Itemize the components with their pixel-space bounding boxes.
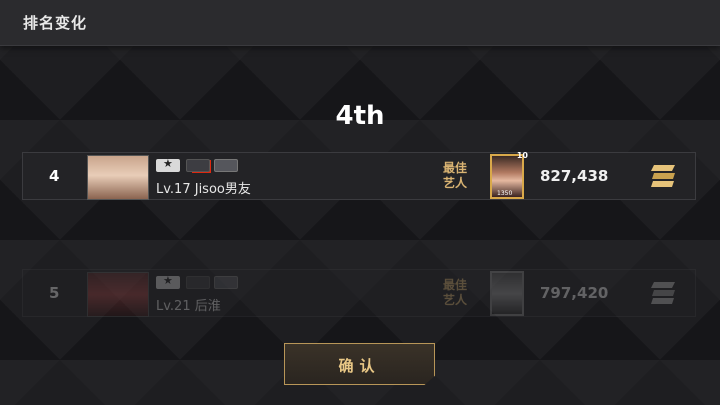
s-grade-icon — [651, 165, 675, 187]
best-label-line2: 艺人 — [442, 293, 467, 307]
best-artist-label: 最佳 艺人 — [439, 161, 471, 191]
artist-card[interactable] — [490, 271, 524, 316]
confirm-button[interactable]: 确认 — [284, 343, 435, 385]
best-label-line2: 艺人 — [442, 176, 467, 190]
page-title: 排名变化 — [23, 14, 88, 32]
best-artist-label: 最佳 艺人 — [439, 278, 471, 308]
star-badge-icon: ★ — [156, 157, 180, 172]
title-bar: 排名变化 — [0, 0, 720, 46]
s-grade-icon — [651, 282, 675, 304]
ranking-row-current: 4 ★ ★ Lv.17 Jisoo男友 最佳 艺人 10 1350 827,43… — [22, 151, 696, 200]
player-name: Lv.17 Jisoo男友 — [156, 182, 251, 197]
rank-title: 4th — [335, 101, 385, 131]
wing-badge-icon — [186, 276, 210, 289]
player-name: Lv.21 后淮 — [156, 299, 221, 314]
rank-number: 5 — [49, 284, 60, 302]
wing-badge-icon — [186, 159, 210, 172]
rank-number: 4 — [49, 167, 60, 185]
star-badge-icon: ★ — [156, 274, 180, 289]
artist-card[interactable]: 10 1350 — [490, 151, 528, 199]
ranking-row-next: 5 ★ Lv.21 后淮 最佳 艺人 797,420 — [22, 269, 696, 317]
avatar — [87, 272, 149, 317]
crest-badge-icon — [214, 159, 238, 172]
card-level: 10 — [516, 151, 528, 160]
avatar: ★ — [87, 155, 211, 200]
crest-badge-icon — [214, 276, 238, 289]
best-label-line1: 最佳 — [442, 161, 467, 175]
confirm-button-label: 确认 — [338, 357, 381, 375]
score: 797,420 — [540, 284, 609, 302]
best-label-line1: 最佳 — [442, 278, 467, 292]
score: 827,438 — [540, 167, 609, 185]
card-value: 1350 — [497, 190, 513, 197]
